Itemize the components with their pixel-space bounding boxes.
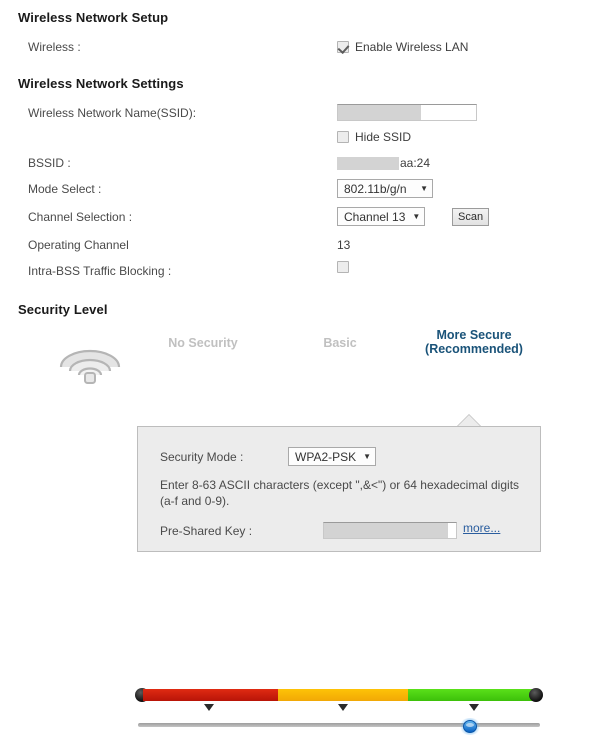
bssid-row: BSSID : aa:24	[0, 152, 604, 174]
enable-wireless-lan-label: Enable Wireless LAN	[355, 40, 469, 54]
bssid-redaction	[337, 156, 399, 170]
more-secure-line2: (Recommended)	[425, 342, 523, 356]
security-level-bar	[135, 687, 543, 703]
chevron-down-icon: ▼	[420, 183, 428, 193]
mode-select-row: Mode Select : 802.11b/g/n ▼	[0, 178, 604, 200]
bar-segment-no-security	[143, 689, 278, 701]
security-level-slider-handle[interactable]	[459, 718, 481, 735]
bar-segment-more-secure	[408, 689, 535, 701]
bssid-value: aa:24	[337, 152, 430, 174]
wireless-setup-page: Wireless Network Setup Wireless : Enable…	[0, 0, 604, 735]
operating-channel-label: Operating Channel	[28, 238, 129, 252]
security-level-slider[interactable]: No Security Basic More Secure (Recommend…	[0, 322, 604, 735]
security-level-track[interactable]	[138, 718, 540, 735]
ssid-input[interactable]	[337, 104, 477, 121]
slider-knob	[463, 720, 477, 733]
wireless-label: Wireless :	[28, 40, 81, 54]
enable-wireless-lan-checkbox[interactable]	[337, 41, 349, 53]
intra-bss-row: Intra-BSS Traffic Blocking :	[0, 260, 604, 282]
operating-channel-value: 13	[337, 238, 351, 252]
bssid-label: BSSID :	[28, 156, 71, 170]
ssid-label: Wireless Network Name(SSID):	[28, 106, 197, 120]
bar-cap-right-icon	[529, 688, 543, 702]
chevron-down-icon: ▼	[412, 211, 421, 221]
pre-shared-key-label: Pre-Shared Key :	[160, 524, 253, 538]
security-level-label-more-secure[interactable]: More Secure (Recommended)	[406, 328, 542, 356]
security-mode-label: Security Mode :	[160, 450, 244, 464]
wireless-network-setup-heading: Wireless Network Setup	[18, 10, 169, 25]
hide-ssid-control[interactable]: Hide SSID	[337, 126, 411, 148]
security-mode-value: WPA2-PSK	[295, 449, 357, 464]
marker-no-security-icon	[204, 704, 214, 711]
marker-more-secure-icon	[469, 704, 479, 711]
mode-select-dropdown[interactable]: 802.11b/g/n ▼	[337, 179, 433, 198]
intra-bss-checkbox[interactable]	[337, 261, 349, 273]
mode-select-value: 802.11b/g/n	[344, 181, 407, 196]
channel-selection-value: Channel 13	[344, 209, 406, 224]
chevron-down-icon: ▼	[363, 451, 372, 461]
psk-hint-text: Enter 8-63 ASCII characters (except ",&<…	[160, 478, 520, 508]
mode-select-label: Mode Select :	[28, 182, 102, 196]
security-settings-panel: Security Mode : WPA2-PSK ▼ Enter 8-63 AS…	[137, 426, 541, 552]
ssid-row: Wireless Network Name(SSID):	[0, 102, 604, 124]
marker-basic-icon	[338, 704, 348, 711]
security-mode-dropdown[interactable]: WPA2-PSK ▼	[288, 447, 376, 466]
channel-selection-row: Channel Selection : Channel 13 ▼ Scan	[0, 206, 604, 228]
security-level-labels: No Security Basic More Secure (Recommend…	[138, 322, 542, 356]
pre-shared-key-redaction	[324, 523, 449, 538]
wireless-network-settings-heading: Wireless Network Settings	[18, 76, 184, 91]
hide-ssid-label: Hide SSID	[355, 130, 412, 144]
intra-bss-label: Intra-BSS Traffic Blocking :	[28, 264, 172, 278]
more-link[interactable]: more...	[463, 521, 500, 535]
operating-channel-row: Operating Channel 13	[0, 234, 604, 256]
hide-ssid-row: Hide SSID	[0, 126, 604, 148]
security-level-heading: Security Level	[18, 302, 108, 317]
hide-ssid-checkbox[interactable]	[337, 131, 349, 143]
enable-wireless-lan-control[interactable]: Enable Wireless LAN	[337, 36, 468, 58]
bar-segment-basic	[278, 689, 408, 701]
more-secure-line1: More Secure	[436, 328, 512, 342]
security-level-label-basic[interactable]: Basic	[275, 336, 405, 350]
bssid-value-tail: aa:24	[400, 156, 431, 170]
pre-shared-key-input[interactable]	[323, 522, 457, 539]
security-level-label-no-security[interactable]: No Security	[138, 336, 268, 350]
ssid-redaction	[338, 105, 421, 120]
scan-button[interactable]: Scan	[452, 208, 490, 226]
channel-selection-label: Channel Selection :	[28, 210, 133, 224]
wireless-enable-row: Wireless : Enable Wireless LAN	[0, 36, 604, 58]
channel-selection-dropdown[interactable]: Channel 13 ▼	[337, 207, 425, 226]
security-level-markers	[135, 704, 543, 714]
